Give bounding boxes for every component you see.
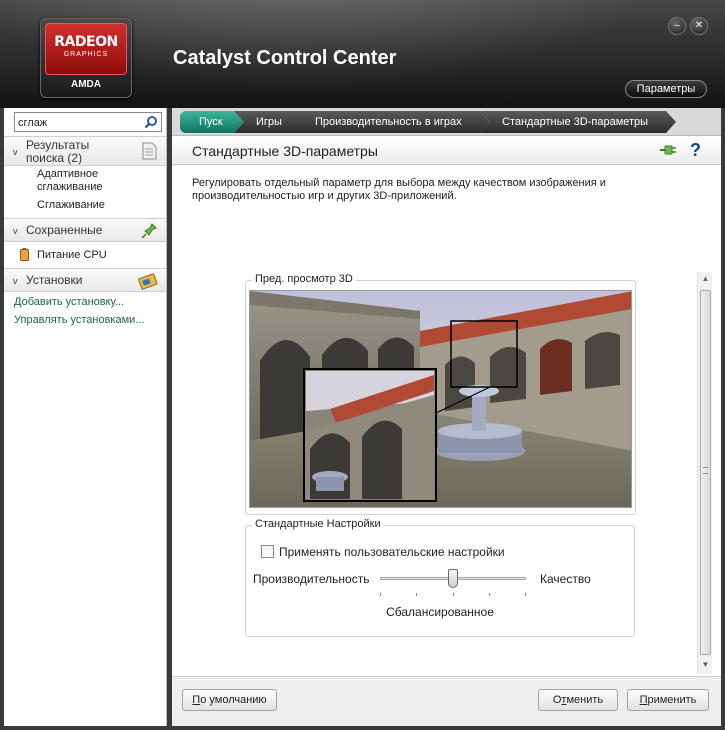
content-scrollbar[interactable]: ▲ ▼ — [697, 272, 712, 674]
scroll-grip-icon — [703, 467, 708, 474]
slider-performance-label: Производительность — [253, 572, 370, 586]
breadcrumb-games[interactable]: Игры — [234, 111, 306, 133]
scroll-down-icon[interactable]: ▼ — [698, 660, 713, 672]
saved-item-cpu-power[interactable]: Питание CPU — [37, 249, 107, 262]
chevron-down-icon: v — [13, 276, 18, 286]
logo-radeon-text: RADEON — [54, 34, 118, 50]
saved-label: Сохраненные — [26, 223, 103, 237]
search-result-item-aa[interactable]: Сглаживание — [37, 199, 105, 212]
search-input[interactable] — [18, 115, 136, 130]
search-icon[interactable] — [144, 115, 158, 129]
close-button[interactable]: ✕ — [690, 17, 708, 35]
radeon-logo: RADEON GRAPHICS AMDA — [40, 18, 132, 98]
breadcrumb: Пуск Игры Производительность в играх Ста… — [172, 108, 721, 136]
slider-tick — [525, 593, 526, 596]
pin-icon — [141, 223, 157, 239]
manage-presets-link[interactable]: Управлять установками... — [14, 314, 144, 326]
slider-tick — [453, 593, 454, 596]
3d-preview-image — [249, 290, 632, 508]
app-title: Catalyst Control Center — [173, 47, 397, 69]
3d-preview-scene — [250, 291, 631, 507]
breadcrumb-standard-3d[interactable]: Стандартные 3D-параметры — [480, 111, 676, 133]
cancel-button[interactable]: Отменить — [538, 689, 618, 711]
breadcrumb-game-performance[interactable]: Производительность в играх — [293, 111, 490, 133]
quality-slider-thumb[interactable] — [448, 569, 458, 588]
standard-settings-title: Стандартные Настройки — [252, 518, 384, 530]
saved-header[interactable]: v Сохраненные — [4, 218, 166, 242]
page-description: Регулировать отдельный параметр для выбо… — [192, 177, 606, 202]
preview-group-title: Пред. просмотр 3D — [252, 273, 356, 285]
slider-tick — [380, 593, 381, 596]
battery-icon — [20, 248, 29, 261]
help-icon[interactable]: ? — [690, 140, 701, 161]
footer-bar: По умолчанию Отменить Применить — [172, 676, 721, 726]
cancel-button-label: менить — [566, 694, 604, 706]
radeon-badge: RADEON GRAPHICS — [45, 23, 127, 75]
scroll-thumb[interactable] — [700, 290, 711, 655]
search-result-item-adaptive-aa[interactable]: Адаптивное сглаживание — [37, 168, 157, 194]
page-title: Стандартные 3D-параметры — [192, 143, 378, 159]
search-results-header[interactable]: v Результаты поиска (2) — [4, 136, 166, 166]
page-header: Стандартные 3D-параметры ? — [172, 137, 721, 165]
default-button[interactable]: По умолчанию — [182, 689, 277, 711]
sidebar: v Результаты поиска (2) Адаптивное сглаж… — [4, 108, 167, 726]
slider-tick — [416, 593, 417, 596]
chevron-down-icon: v — [13, 147, 18, 157]
logo-amd-text: AMDA — [71, 79, 101, 90]
slider-quality-label: Качество — [540, 572, 591, 586]
custom-settings-label[interactable]: Применять пользовательские настройки — [279, 545, 505, 559]
slider-value-label: Сбалансированное — [386, 605, 494, 619]
preview-group: Пред. просмотр 3D — [245, 273, 636, 515]
presets-label: Установки — [26, 273, 83, 287]
presets-header[interactable]: v Установки — [4, 268, 166, 292]
document-list-icon — [142, 142, 157, 160]
search-box — [14, 112, 162, 132]
pin-icon[interactable] — [659, 143, 677, 157]
add-preset-link[interactable]: Добавить установку... — [14, 296, 124, 308]
standard-settings-group: Стандартные Настройки Применять пользова… — [245, 518, 635, 637]
search-results-label-line2: поиска (2) — [26, 151, 83, 165]
breadcrumb-start[interactable]: Пуск — [180, 111, 244, 133]
presets-icon — [138, 273, 158, 290]
main-panel: Пуск Игры Производительность в играх Ста… — [172, 108, 721, 726]
slider-tick — [489, 593, 490, 596]
title-bar: RADEON GRAPHICS AMDA Catalyst Control Ce… — [0, 0, 725, 110]
logo-graphics-text: GRAPHICS — [63, 51, 109, 58]
parameters-button[interactable]: Параметры — [625, 80, 707, 98]
minimize-button[interactable]: – — [668, 17, 686, 35]
apply-button[interactable]: Применить — [627, 689, 709, 711]
apply-button-label: рименить — [647, 694, 697, 706]
custom-settings-checkbox[interactable] — [261, 545, 274, 558]
chevron-down-icon: v — [13, 226, 18, 236]
default-button-label: о умолчанию — [200, 694, 267, 706]
scroll-up-icon[interactable]: ▲ — [698, 274, 713, 286]
